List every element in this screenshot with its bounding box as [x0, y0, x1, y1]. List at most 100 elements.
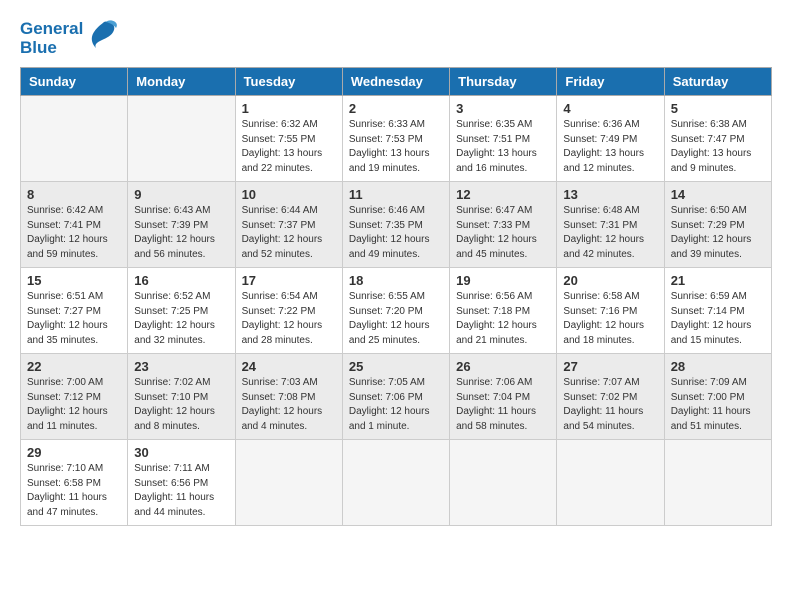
calendar-cell: 4 Sunrise: 6:36 AM Sunset: 7:49 PM Dayli…	[557, 96, 664, 182]
day-info: Sunrise: 6:52 AM Sunset: 7:25 PM Dayligh…	[134, 290, 228, 348]
day-info: Sunrise: 6:36 AM Sunset: 7:49 PM Dayligh…	[563, 118, 657, 176]
weekday-header-saturday: Saturday	[664, 68, 771, 96]
weekday-header-monday: Monday	[128, 68, 235, 96]
calendar-cell: 19 Sunrise: 6:56 AM Sunset: 7:18 PM Dayl…	[450, 268, 557, 354]
day-number: 21	[671, 273, 765, 288]
day-info: Sunrise: 6:32 AM Sunset: 7:55 PM Dayligh…	[242, 118, 336, 176]
calendar-cell	[557, 440, 664, 526]
day-number: 3	[456, 101, 550, 116]
calendar-cell: 24 Sunrise: 7:03 AM Sunset: 7:08 PM Dayl…	[235, 354, 342, 440]
day-number: 29	[27, 445, 121, 460]
calendar-cell: 23 Sunrise: 7:02 AM Sunset: 7:10 PM Dayl…	[128, 354, 235, 440]
day-number: 11	[349, 187, 443, 202]
day-info: Sunrise: 7:00 AM Sunset: 7:12 PM Dayligh…	[27, 376, 121, 434]
day-info: Sunrise: 6:33 AM Sunset: 7:53 PM Dayligh…	[349, 118, 443, 176]
page-header: General Blue	[20, 20, 772, 57]
day-info: Sunrise: 6:55 AM Sunset: 7:20 PM Dayligh…	[349, 290, 443, 348]
day-number: 14	[671, 187, 765, 202]
day-number: 19	[456, 273, 550, 288]
day-info: Sunrise: 6:43 AM Sunset: 7:39 PM Dayligh…	[134, 204, 228, 262]
calendar-cell: 22 Sunrise: 7:00 AM Sunset: 7:12 PM Dayl…	[21, 354, 128, 440]
calendar-cell: 5 Sunrise: 6:38 AM Sunset: 7:47 PM Dayli…	[664, 96, 771, 182]
day-info: Sunrise: 7:07 AM Sunset: 7:02 PM Dayligh…	[563, 376, 657, 434]
weekday-header-wednesday: Wednesday	[342, 68, 449, 96]
calendar-cell: 21 Sunrise: 6:59 AM Sunset: 7:14 PM Dayl…	[664, 268, 771, 354]
day-info: Sunrise: 7:06 AM Sunset: 7:04 PM Dayligh…	[456, 376, 550, 434]
day-number: 26	[456, 359, 550, 374]
calendar-cell: 11 Sunrise: 6:46 AM Sunset: 7:35 PM Dayl…	[342, 182, 449, 268]
calendar-cell: 20 Sunrise: 6:58 AM Sunset: 7:16 PM Dayl…	[557, 268, 664, 354]
calendar-cell: 2 Sunrise: 6:33 AM Sunset: 7:53 PM Dayli…	[342, 96, 449, 182]
day-number: 22	[27, 359, 121, 374]
day-number: 2	[349, 101, 443, 116]
calendar-cell: 14 Sunrise: 6:50 AM Sunset: 7:29 PM Dayl…	[664, 182, 771, 268]
calendar-cell: 28 Sunrise: 7:09 AM Sunset: 7:00 PM Dayl…	[664, 354, 771, 440]
calendar-cell: 25 Sunrise: 7:05 AM Sunset: 7:06 PM Dayl…	[342, 354, 449, 440]
calendar-cell: 12 Sunrise: 6:47 AM Sunset: 7:33 PM Dayl…	[450, 182, 557, 268]
day-info: Sunrise: 6:38 AM Sunset: 7:47 PM Dayligh…	[671, 118, 765, 176]
day-info: Sunrise: 6:58 AM Sunset: 7:16 PM Dayligh…	[563, 290, 657, 348]
calendar-cell: 1 Sunrise: 6:32 AM Sunset: 7:55 PM Dayli…	[235, 96, 342, 182]
day-number: 9	[134, 187, 228, 202]
weekday-header-thursday: Thursday	[450, 68, 557, 96]
day-number: 20	[563, 273, 657, 288]
calendar-cell: 8 Sunrise: 6:42 AM Sunset: 7:41 PM Dayli…	[21, 182, 128, 268]
calendar-cell: 27 Sunrise: 7:07 AM Sunset: 7:02 PM Dayl…	[557, 354, 664, 440]
day-info: Sunrise: 7:10 AM Sunset: 6:58 PM Dayligh…	[27, 462, 121, 520]
day-info: Sunrise: 7:05 AM Sunset: 7:06 PM Dayligh…	[349, 376, 443, 434]
day-number: 5	[671, 101, 765, 116]
day-info: Sunrise: 6:59 AM Sunset: 7:14 PM Dayligh…	[671, 290, 765, 348]
day-info: Sunrise: 6:47 AM Sunset: 7:33 PM Dayligh…	[456, 204, 550, 262]
calendar-cell: 26 Sunrise: 7:06 AM Sunset: 7:04 PM Dayl…	[450, 354, 557, 440]
calendar-cell	[128, 96, 235, 182]
day-number: 16	[134, 273, 228, 288]
calendar-cell	[664, 440, 771, 526]
calendar-week-row: 1 Sunrise: 6:32 AM Sunset: 7:55 PM Dayli…	[21, 96, 772, 182]
logo-general: General	[20, 19, 83, 38]
calendar-cell	[21, 96, 128, 182]
day-number: 18	[349, 273, 443, 288]
calendar-cell: 16 Sunrise: 6:52 AM Sunset: 7:25 PM Dayl…	[128, 268, 235, 354]
day-number: 12	[456, 187, 550, 202]
calendar-week-row: 8 Sunrise: 6:42 AM Sunset: 7:41 PM Dayli…	[21, 182, 772, 268]
calendar-cell: 18 Sunrise: 6:55 AM Sunset: 7:20 PM Dayl…	[342, 268, 449, 354]
logo-blue: Blue	[20, 39, 83, 58]
day-info: Sunrise: 7:11 AM Sunset: 6:56 PM Dayligh…	[134, 462, 228, 520]
calendar-cell: 17 Sunrise: 6:54 AM Sunset: 7:22 PM Dayl…	[235, 268, 342, 354]
day-number: 30	[134, 445, 228, 460]
day-number: 8	[27, 187, 121, 202]
day-info: Sunrise: 7:03 AM Sunset: 7:08 PM Dayligh…	[242, 376, 336, 434]
day-info: Sunrise: 6:56 AM Sunset: 7:18 PM Dayligh…	[456, 290, 550, 348]
day-number: 28	[671, 359, 765, 374]
day-info: Sunrise: 6:35 AM Sunset: 7:51 PM Dayligh…	[456, 118, 550, 176]
calendar-cell: 3 Sunrise: 6:35 AM Sunset: 7:51 PM Dayli…	[450, 96, 557, 182]
weekday-header-row: SundayMondayTuesdayWednesdayThursdayFrid…	[21, 68, 772, 96]
weekday-header-friday: Friday	[557, 68, 664, 96]
day-number: 13	[563, 187, 657, 202]
calendar-cell	[342, 440, 449, 526]
day-number: 17	[242, 273, 336, 288]
day-number: 1	[242, 101, 336, 116]
day-info: Sunrise: 6:42 AM Sunset: 7:41 PM Dayligh…	[27, 204, 121, 262]
day-info: Sunrise: 6:46 AM Sunset: 7:35 PM Dayligh…	[349, 204, 443, 262]
calendar-table: SundayMondayTuesdayWednesdayThursdayFrid…	[20, 67, 772, 526]
day-number: 4	[563, 101, 657, 116]
calendar-cell: 29 Sunrise: 7:10 AM Sunset: 6:58 PM Dayl…	[21, 440, 128, 526]
calendar-cell: 9 Sunrise: 6:43 AM Sunset: 7:39 PM Dayli…	[128, 182, 235, 268]
calendar-week-row: 29 Sunrise: 7:10 AM Sunset: 6:58 PM Dayl…	[21, 440, 772, 526]
day-info: Sunrise: 7:02 AM Sunset: 7:10 PM Dayligh…	[134, 376, 228, 434]
calendar-cell: 13 Sunrise: 6:48 AM Sunset: 7:31 PM Dayl…	[557, 182, 664, 268]
day-info: Sunrise: 6:51 AM Sunset: 7:27 PM Dayligh…	[27, 290, 121, 348]
day-info: Sunrise: 6:54 AM Sunset: 7:22 PM Dayligh…	[242, 290, 336, 348]
day-number: 15	[27, 273, 121, 288]
day-info: Sunrise: 7:09 AM Sunset: 7:00 PM Dayligh…	[671, 376, 765, 434]
day-number: 27	[563, 359, 657, 374]
day-number: 23	[134, 359, 228, 374]
day-number: 25	[349, 359, 443, 374]
weekday-header-sunday: Sunday	[21, 68, 128, 96]
day-info: Sunrise: 6:50 AM Sunset: 7:29 PM Dayligh…	[671, 204, 765, 262]
calendar-week-row: 15 Sunrise: 6:51 AM Sunset: 7:27 PM Dayl…	[21, 268, 772, 354]
calendar-cell	[235, 440, 342, 526]
calendar-cell	[450, 440, 557, 526]
day-number: 24	[242, 359, 336, 374]
